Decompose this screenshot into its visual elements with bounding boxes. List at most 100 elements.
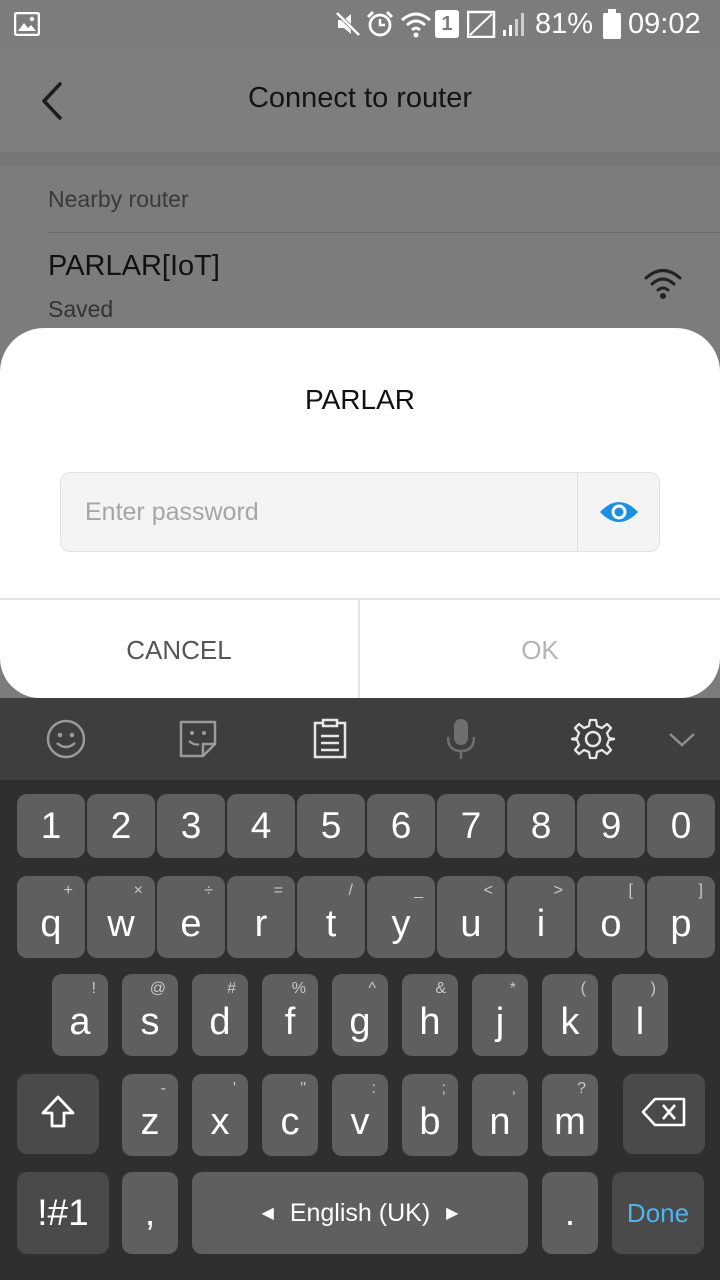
key-y[interactable]: _ y <box>367 876 435 958</box>
key-j[interactable]: * j <box>472 974 528 1056</box>
key-alt-symbol: @ <box>149 980 166 997</box>
key-label: 8 <box>530 805 552 846</box>
password-input[interactable] <box>61 473 577 551</box>
period-key-label: . <box>564 1192 576 1233</box>
key-d[interactable]: # d <box>192 974 248 1056</box>
key-3[interactable]: 3 <box>157 794 225 858</box>
key-z[interactable]: -z <box>122 1074 178 1156</box>
key-b[interactable]: ; b <box>402 1074 458 1156</box>
key-l[interactable]: ) l <box>612 974 668 1056</box>
key-alt-symbol: _ <box>414 882 423 899</box>
key-s[interactable]: @ s <box>122 974 178 1056</box>
clipboard-icon[interactable] <box>307 716 353 762</box>
wifi-signal-icon <box>644 266 682 300</box>
key-alt-symbol: / <box>348 882 353 899</box>
key-label: 5 <box>320 805 342 846</box>
period-key[interactable]: . <box>542 1172 598 1254</box>
key-0[interactable]: 0 <box>647 794 715 858</box>
key-alt-symbol: ' <box>232 1080 236 1097</box>
sticker-icon[interactable] <box>175 716 221 762</box>
signal-icon <box>467 9 527 39</box>
ok-button[interactable]: OK <box>360 600 720 698</box>
key-label: s <box>140 1001 160 1043</box>
battery-icon <box>603 9 621 39</box>
app-bar: Connect to router <box>0 50 720 152</box>
key-alt-symbol: # <box>227 980 236 997</box>
key-7[interactable]: 7 <box>437 794 505 858</box>
key-label: h <box>419 1001 441 1043</box>
key-g[interactable]: ^ g <box>332 974 388 1056</box>
key-alt-symbol: + <box>63 882 73 899</box>
key-label: j <box>495 1001 505 1043</box>
key-2[interactable]: 2 <box>87 794 155 858</box>
key-w[interactable]: × w <box>87 876 155 958</box>
key-label: r <box>254 903 268 945</box>
settings-icon[interactable] <box>570 716 616 762</box>
key-a[interactable]: ! a <box>52 974 108 1056</box>
language-label: English (UK) <box>289 1198 431 1227</box>
key-label: 2 <box>110 805 132 846</box>
backspace-key[interactable] <box>623 1074 705 1154</box>
key-label: k <box>560 1001 580 1043</box>
key-label: 4 <box>250 805 272 846</box>
key-6[interactable]: 6 <box>367 794 435 858</box>
wifi-icon <box>400 9 432 39</box>
key-f[interactable]: % f <box>262 974 318 1056</box>
key-8[interactable]: 8 <box>507 794 575 858</box>
key-alt-symbol: ; <box>441 1080 446 1097</box>
comma-key[interactable]: , <box>122 1172 178 1254</box>
key-k[interactable]: (k <box>542 974 598 1056</box>
keyboard-toolbar <box>0 698 720 780</box>
language-left-arrow-icon: ◀ <box>261 1205 274 1222</box>
collapse-chevron-icon[interactable] <box>659 716 705 762</box>
microphone-icon[interactable] <box>438 716 484 762</box>
key-alt-symbol: & <box>435 980 446 997</box>
key-m[interactable]: ? m <box>542 1074 598 1156</box>
key-u[interactable]: < u <box>437 876 505 958</box>
key-label: c <box>280 1101 300 1143</box>
comma-key-label: , <box>144 1192 156 1233</box>
key-v[interactable]: :v <box>332 1074 388 1156</box>
cancel-button[interactable]: CANCEL <box>0 600 358 698</box>
key-r[interactable]: = r <box>227 876 295 958</box>
key-label: y <box>391 903 411 945</box>
eye-icon[interactable] <box>578 473 660 551</box>
key-x[interactable]: ' x <box>192 1074 248 1156</box>
key-5[interactable]: 5 <box>297 794 365 858</box>
key-alt-symbol: " <box>300 1080 306 1097</box>
shift-key[interactable] <box>17 1074 99 1154</box>
password-dialog: PARLAR CANCEL OK <box>0 328 720 698</box>
key-4[interactable]: 4 <box>227 794 295 858</box>
key-alt-symbol: > <box>553 882 563 899</box>
key-label: n <box>489 1101 511 1143</box>
spacebar-key[interactable]: ◀ English (UK) ▶ <box>192 1172 528 1254</box>
done-key[interactable]: Done <box>612 1172 704 1254</box>
key-e[interactable]: ÷ e <box>157 876 225 958</box>
key-o[interactable]: [o <box>577 876 645 958</box>
key-alt-symbol: , <box>511 1080 516 1097</box>
key-alt-symbol: * <box>509 980 516 997</box>
key-q[interactable]: + q <box>17 876 85 958</box>
key-alt-symbol: - <box>160 1080 166 1097</box>
key-p[interactable]: ] p <box>647 876 715 958</box>
key-h[interactable]: & h <box>402 974 458 1056</box>
key-n[interactable]: ,n <box>472 1074 528 1156</box>
key-label: f <box>284 1001 296 1043</box>
emoji-icon[interactable] <box>43 716 89 762</box>
key-label: o <box>600 903 622 945</box>
key-i[interactable]: > i <box>507 876 575 958</box>
key-label: g <box>349 1001 371 1043</box>
key-alt-symbol: % <box>291 980 306 997</box>
key-label: 6 <box>390 805 412 846</box>
key-label: q <box>40 903 62 945</box>
section-header: Nearby router <box>48 186 189 212</box>
key-alt-symbol: [ <box>628 882 633 899</box>
key-c[interactable]: " c <box>262 1074 318 1156</box>
key-1[interactable]: 1 <box>17 794 85 858</box>
shift-icon <box>39 1093 77 1136</box>
router-status: Saved <box>48 296 114 322</box>
symbols-key[interactable]: !#1 <box>17 1172 109 1254</box>
key-alt-symbol: ! <box>91 980 96 997</box>
key-t[interactable]: / t <box>297 876 365 958</box>
key-9[interactable]: 9 <box>577 794 645 858</box>
